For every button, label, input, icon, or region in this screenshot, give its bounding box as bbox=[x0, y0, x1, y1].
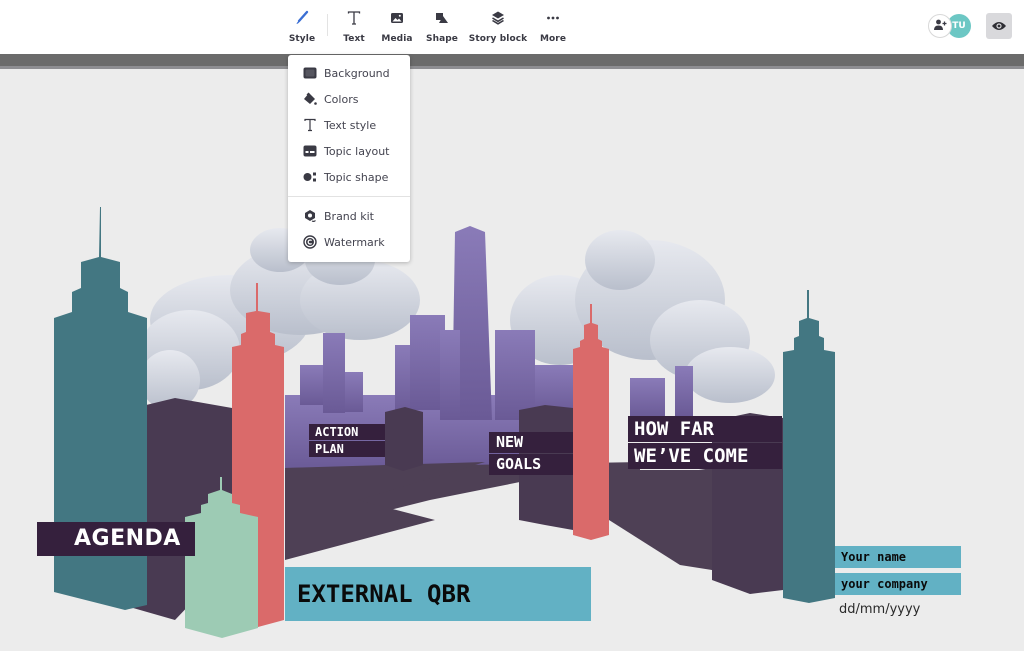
toolbar-more-button[interactable]: More bbox=[539, 8, 567, 48]
toolbar-shape-button[interactable]: Shape bbox=[425, 8, 459, 48]
collaborators: TU bbox=[928, 14, 974, 38]
toolbar-media-button[interactable]: Media bbox=[380, 8, 414, 48]
image-icon bbox=[387, 8, 407, 28]
topic-new-goals-line1[interactable]: NEW bbox=[489, 432, 573, 453]
presenter-name[interactable]: Your name bbox=[835, 546, 961, 568]
menu-item-label: Topic layout bbox=[324, 144, 390, 158]
topic-how-far-line2[interactable]: WE’VE COME bbox=[628, 443, 782, 469]
menu-item-label: Brand kit bbox=[324, 209, 374, 223]
menu-item-text-style[interactable]: Text style bbox=[288, 113, 410, 137]
brand-kit-icon bbox=[303, 209, 317, 223]
teal-tower-right bbox=[783, 290, 835, 603]
layers-icon bbox=[488, 8, 508, 28]
menu-item-topic-layout[interactable]: Topic layout bbox=[288, 139, 410, 163]
text-icon bbox=[303, 118, 317, 132]
menu-item-label: Colors bbox=[324, 92, 359, 106]
topic-layout-icon bbox=[303, 144, 317, 158]
toolbar-divider bbox=[327, 14, 328, 36]
toolbar-story-block-label: Story block bbox=[468, 34, 528, 44]
toolbar-style-button[interactable]: Style bbox=[288, 8, 316, 48]
eye-icon bbox=[991, 17, 1007, 36]
background-icon bbox=[303, 66, 317, 80]
top-toolbar: Style Text Media Shape Story block More bbox=[0, 0, 1024, 54]
style-menu: Background Colors Text style Topic layou… bbox=[288, 55, 410, 262]
preview-button[interactable] bbox=[986, 13, 1012, 39]
text-icon bbox=[344, 8, 364, 28]
menu-item-background[interactable]: Background bbox=[288, 61, 410, 85]
watermark-icon bbox=[303, 235, 317, 249]
toolbar-text-label: Text bbox=[343, 34, 365, 44]
topic-shape-icon bbox=[303, 170, 317, 184]
slide-title[interactable]: EXTERNAL QBR bbox=[285, 567, 591, 621]
toolbar-more-label: More bbox=[539, 34, 567, 44]
topic-agenda[interactable]: AGENDA bbox=[37, 522, 195, 556]
menu-divider bbox=[288, 196, 410, 197]
add-user-icon bbox=[933, 17, 947, 36]
toolbar-style-label: Style bbox=[288, 34, 316, 44]
slide-canvas[interactable]: ACTION PLAN NEW GOALS HOW FAR WE’VE COME… bbox=[0, 69, 1024, 651]
menu-item-colors[interactable]: Colors bbox=[288, 87, 410, 111]
menu-item-label: Background bbox=[324, 66, 390, 80]
toolbar-text-button[interactable]: Text bbox=[340, 8, 368, 48]
topic-action-plan-line2[interactable]: PLAN bbox=[309, 441, 385, 457]
toolbar-shape-label: Shape bbox=[425, 34, 458, 44]
topic-action-plan-line1[interactable]: ACTION bbox=[309, 424, 385, 440]
presentation-date[interactable]: dd/mm/yyyy bbox=[839, 602, 920, 617]
menu-item-watermark[interactable]: Watermark bbox=[288, 230, 410, 254]
menu-item-topic-shape[interactable]: Topic shape bbox=[288, 165, 410, 189]
menu-item-label: Text style bbox=[324, 118, 377, 132]
paint-bucket-icon bbox=[303, 92, 317, 106]
menu-item-brand-kit[interactable]: Brand kit bbox=[288, 204, 410, 228]
more-dots-icon bbox=[543, 8, 563, 28]
add-collaborator-button[interactable] bbox=[928, 14, 952, 38]
topic-new-goals-line2[interactable]: GOALS bbox=[489, 454, 573, 475]
plum-block-right bbox=[609, 470, 712, 570]
plum-building-small bbox=[385, 407, 423, 471]
toolbar-story-block-button[interactable]: Story block bbox=[468, 8, 528, 48]
topic-how-far-line1[interactable]: HOW FAR bbox=[628, 416, 782, 442]
menu-item-label: Watermark bbox=[324, 235, 385, 249]
presenter-company[interactable]: your company bbox=[835, 573, 961, 595]
shapes-icon bbox=[432, 8, 452, 28]
toolbar-media-label: Media bbox=[381, 34, 413, 44]
brush-icon bbox=[292, 8, 312, 28]
menu-item-label: Topic shape bbox=[324, 170, 389, 184]
